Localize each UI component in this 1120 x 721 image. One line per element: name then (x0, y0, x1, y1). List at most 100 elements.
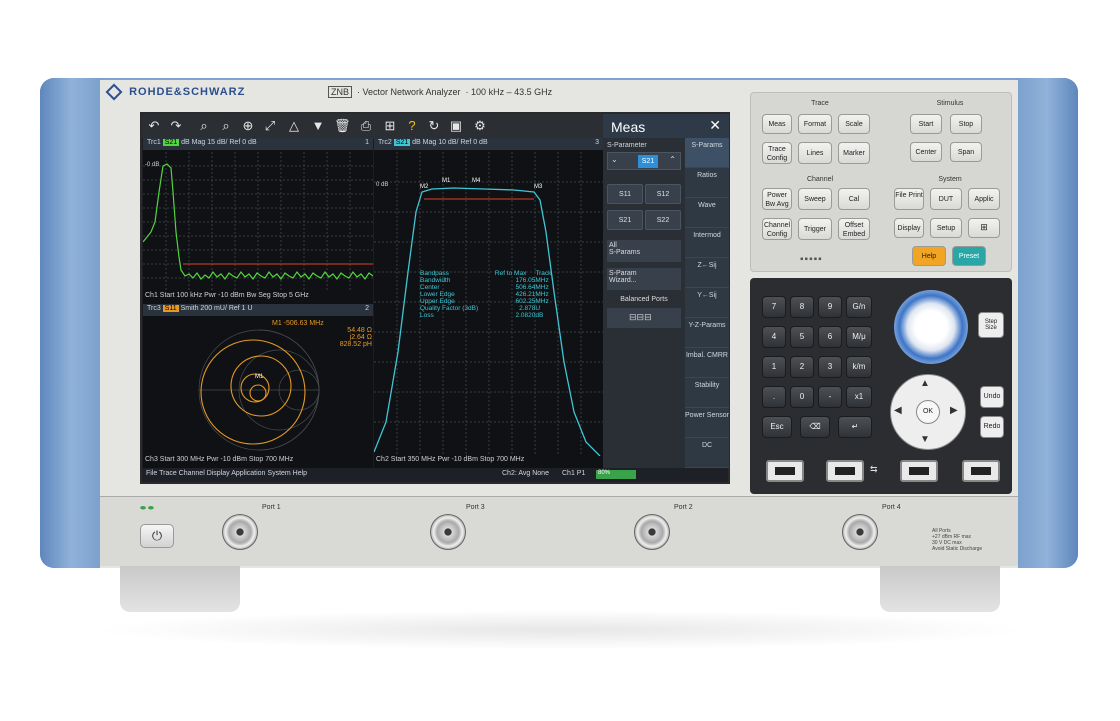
scale-key[interactable]: Scale (838, 114, 870, 134)
key-giga[interactable]: G/n (846, 296, 872, 318)
key-8[interactable]: 8 (790, 296, 814, 318)
key-1[interactable]: 1 (762, 356, 786, 378)
trc2-header[interactable]: Trc2 S21 dB Mag 10 dB/ Ref 0 dB 3 (374, 138, 603, 150)
key-3[interactable]: 3 (818, 356, 842, 378)
side-y-sij[interactable]: Y←Sij (685, 288, 729, 318)
side-power-sensor[interactable]: Power Sensor (685, 408, 729, 438)
port2-connector[interactable] (634, 514, 670, 550)
add-trace-icon[interactable]: △ (286, 118, 302, 134)
key-x1[interactable]: x1 (846, 386, 872, 408)
port3-connector[interactable] (430, 514, 466, 550)
settings-icon[interactable]: ⚙ (472, 118, 488, 134)
trc3-header[interactable]: Trc3 S11 Smith 200 mU/ Ref 1 U 2 (143, 304, 373, 316)
zoom-icon[interactable]: ⌕ (196, 118, 212, 134)
side-z-sij[interactable]: Z←Sij (685, 258, 729, 288)
fullscreen-icon[interactable]: ⤢ (262, 118, 278, 134)
right-arrow-icon[interactable]: ▶ (950, 405, 958, 416)
rotary-knob[interactable] (894, 290, 968, 364)
power-button-icon[interactable]: ⏻ (140, 524, 174, 548)
file-print-key[interactable]: File Print (894, 188, 924, 210)
usb-port-1[interactable] (766, 460, 804, 482)
side-intermod[interactable]: Intermod (685, 228, 729, 258)
side-wave[interactable]: Wave (685, 198, 729, 228)
port1-connector[interactable] (222, 514, 258, 550)
s22-button[interactable]: S22 (645, 210, 681, 230)
sparam-value[interactable]: S21 (638, 155, 658, 168)
undo-key[interactable]: Undo (980, 386, 1004, 408)
help-key[interactable]: Help (912, 246, 946, 266)
start-key[interactable]: Start (910, 114, 942, 134)
meas-key[interactable]: Meas (762, 114, 792, 134)
side-stability[interactable]: Stability (685, 378, 729, 408)
key-5[interactable]: 5 (790, 326, 814, 348)
ok-key[interactable]: OK (916, 400, 940, 424)
sweep-key[interactable]: Sweep (798, 188, 832, 210)
offset-embed-key[interactable]: Offset Embed (838, 218, 870, 240)
chevron-up-icon[interactable]: ⌃ (669, 155, 676, 164)
s21-button[interactable]: S21 (607, 210, 643, 230)
refresh-icon[interactable]: ↻ (426, 118, 442, 134)
left-arrow-icon[interactable]: ◀ (894, 405, 902, 416)
help-icon[interactable]: ? (404, 118, 420, 134)
side-s-params[interactable]: S-Params (685, 138, 729, 168)
port4-connector[interactable] (842, 514, 878, 550)
all-sparams-button[interactable]: All S-Params (607, 240, 681, 262)
dut-key[interactable]: DUT (930, 188, 962, 210)
backspace-key-icon[interactable]: ⌫ (800, 416, 830, 438)
delete-icon[interactable]: 🗑 (334, 118, 351, 134)
span-key[interactable]: Span (950, 142, 982, 162)
stop-key[interactable]: Stop (950, 114, 982, 134)
side-dc[interactable]: DC (685, 438, 729, 468)
side-imbal[interactable]: Imbal. CMRR (685, 348, 729, 378)
side-ratios[interactable]: Ratios (685, 168, 729, 198)
key-4[interactable]: 4 (762, 326, 786, 348)
side-yz-params[interactable]: Y-Z-Params (685, 318, 729, 348)
key-mega[interactable]: M/μ (846, 326, 872, 348)
key-kilo[interactable]: k/m (846, 356, 872, 378)
redo-key[interactable]: Redo (980, 416, 1004, 438)
usb-port-2[interactable] (826, 460, 864, 482)
add-marker-icon[interactable]: ▼ (310, 118, 326, 134)
usb-port-4[interactable] (962, 460, 1000, 482)
menu-items[interactable]: File Trace Channel Display Application S… (146, 470, 307, 477)
format-key[interactable]: Format (798, 114, 832, 134)
channel-config-key[interactable]: Channel Config (762, 218, 792, 240)
windows-key-icon[interactable]: ⊞ (968, 218, 1000, 238)
sparam-selector[interactable]: ⌄ S21 ⌃ (607, 152, 681, 170)
down-arrow-icon[interactable]: ▼ (920, 434, 930, 445)
balanced-ports-button[interactable]: ⊟⊟⊟ (607, 308, 681, 328)
display-key[interactable]: Display (894, 218, 924, 238)
center-key[interactable]: Center (910, 142, 942, 162)
key-9[interactable]: 9 (818, 296, 842, 318)
trc1-header[interactable]: Trc1 S21 dB Mag 15 dB/ Ref 0 dB 1 (143, 138, 373, 150)
setup-key[interactable]: Setup (930, 218, 962, 238)
zoom-out-icon[interactable]: ⌕ (218, 118, 234, 134)
step-size-key[interactable]: Step Size (978, 312, 1004, 338)
key-2[interactable]: 2 (790, 356, 814, 378)
applic-key[interactable]: Applic (968, 188, 1000, 210)
key-6[interactable]: 6 (818, 326, 842, 348)
s11-button[interactable]: S11 (607, 184, 643, 204)
power-bw-avg-key[interactable]: Power Bw Avg (762, 188, 792, 210)
esc-key[interactable]: Esc (762, 416, 792, 438)
key-7[interactable]: 7 (762, 296, 786, 318)
undo-icon[interactable]: ↶ (146, 118, 162, 134)
trigger-key[interactable]: Trigger (798, 218, 832, 240)
marker-key[interactable]: Marker (838, 142, 870, 164)
print-icon[interactable]: ⎙ (358, 118, 374, 134)
cal-key[interactable]: Cal (838, 188, 870, 210)
trace-config-key[interactable]: Trace Config (762, 142, 792, 164)
windows-icon[interactable]: ⊞ (382, 118, 398, 134)
key-0[interactable]: 0 (790, 386, 814, 408)
redo-icon[interactable]: ↷ (168, 118, 184, 134)
preset-key[interactable]: Preset (952, 246, 986, 266)
chevron-down-icon[interactable]: ⌄ (611, 155, 618, 164)
sparam-wizard-button[interactable]: S-Param Wizard... (607, 268, 681, 290)
up-arrow-icon[interactable]: ▲ (920, 378, 930, 389)
s12-button[interactable]: S12 (645, 184, 681, 204)
lines-key[interactable]: Lines (798, 142, 832, 164)
key-dot[interactable]: . (762, 386, 786, 408)
zoom-reset-icon[interactable]: ⊕ (240, 118, 256, 134)
screenshot-icon[interactable]: ▣ (448, 118, 464, 134)
enter-key-icon[interactable]: ↵ (838, 416, 872, 438)
